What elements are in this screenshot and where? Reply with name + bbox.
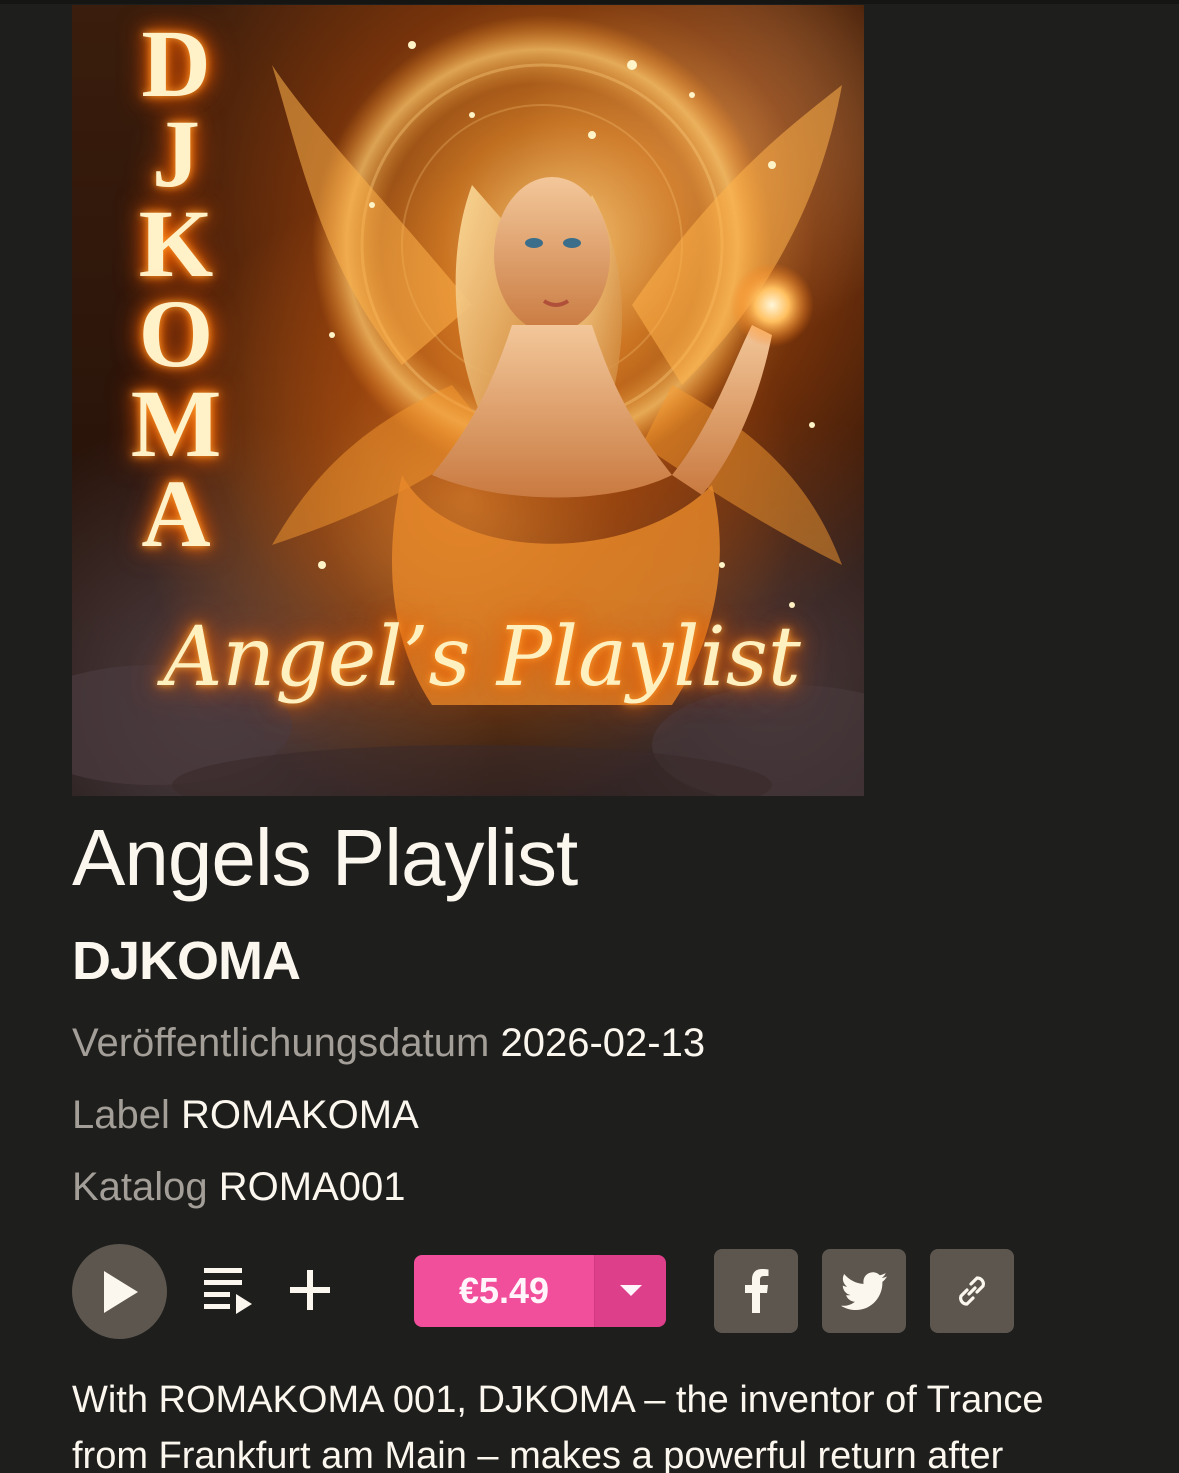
play-button[interactable] [72,1244,167,1339]
play-icon [103,1270,138,1313]
release-date-row: Veröffentlichungsdatum 2026-02-13 [72,1018,705,1068]
catalog-value: ROMA001 [218,1165,406,1209]
label-row: Label ROMAKOMA [72,1090,419,1140]
release-date-value: 2026-02-13 [500,1021,706,1065]
buy-options-toggle[interactable] [594,1255,666,1327]
catalog-label: Katalog [72,1165,208,1209]
share-facebook-button[interactable] [714,1249,798,1333]
add-to-queue-button[interactable] [200,1266,256,1318]
label-value[interactable]: ROMAKOMA [181,1093,419,1137]
release-date-label: Veröffentlichungsdatum [72,1021,490,1065]
add-to-collection-button[interactable] [286,1266,334,1314]
link-icon [959,1276,985,1306]
facebook-icon [745,1269,769,1313]
album-artwork: D J K O M A Angel’s Playlist [72,5,864,796]
copy-link-button[interactable] [930,1249,1014,1333]
release-description: With ROMAKOMA 001, DJKOMA – the inventor… [72,1379,1044,1473]
artist-link[interactable]: DJKOMA [72,928,301,994]
twitter-icon [841,1272,887,1310]
artwork-vertical-lettering: D J K O M A [130,10,222,567]
add-to-queue-icon [204,1268,252,1314]
catalog-row: Katalog ROMA001 [72,1162,406,1212]
buy-price-button[interactable]: €5.49 [414,1255,594,1327]
buy-button-group: €5.49 [414,1255,666,1327]
release-title: Angels Playlist [72,813,578,902]
chevron-down-icon [619,1285,642,1296]
top-edge [0,0,1179,4]
label-label: Label [72,1093,170,1137]
share-twitter-button[interactable] [822,1249,906,1333]
release-page: D J K O M A Angel’s Playlist Angels Play… [0,0,1179,1473]
plus-icon [290,1270,330,1310]
artwork-script-lettering: Angel’s Playlist [163,610,801,705]
